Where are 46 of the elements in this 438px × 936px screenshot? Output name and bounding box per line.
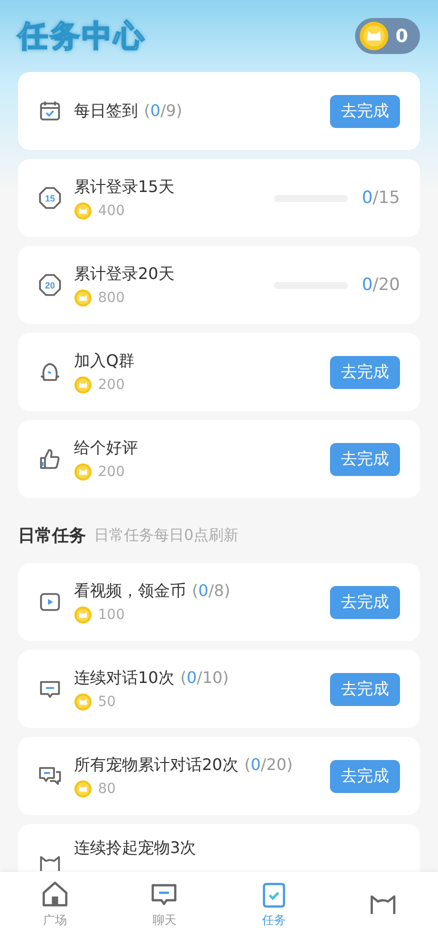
coin-icon (74, 376, 92, 394)
task-title: 加入Q群 (74, 350, 136, 372)
penguin-icon (38, 360, 62, 384)
nav-tab[interactable]: 任务 (219, 872, 328, 936)
calendar-icon (38, 99, 62, 123)
complete-button[interactable]: 去完成 (330, 586, 400, 618)
nav-tab[interactable]: 聊天 (110, 872, 219, 936)
nav-tab[interactable]: 广场 (0, 872, 110, 936)
reward-amount: 100 (98, 606, 125, 622)
task-title: 累计登录15天 (74, 176, 176, 198)
coin-icon (74, 692, 92, 710)
coin-icon (359, 21, 390, 51)
complete-button[interactable]: 去完成 (330, 672, 400, 706)
progress-count: 0/15 (362, 188, 400, 208)
complete-button[interactable]: 去完成 (330, 94, 400, 128)
section-note: 日常任务每日0点刷新 (94, 526, 239, 544)
task-title: 每日签到 (0/9) (74, 100, 184, 122)
task-title: 给个好评 (74, 438, 139, 458)
video-play-icon (38, 590, 62, 614)
reward-amount: 400 (98, 202, 125, 218)
chat-bubbles-icon (38, 764, 62, 788)
house-icon (40, 879, 70, 909)
reward-amount: 800 (98, 290, 125, 306)
reward-amount: 50 (98, 694, 116, 710)
task-title: 连续拎起宠物3次 (74, 838, 198, 859)
reward-amount: 80 (98, 780, 116, 796)
task-title: 所有宠物累计对话20次 (0/20) (74, 754, 294, 776)
page-title: 任务中心 (18, 18, 146, 56)
thumbs-up-icon (38, 447, 62, 471)
section-title: 日常任务 (18, 524, 86, 546)
octagon-badge-icon: 20 (38, 273, 62, 297)
complete-button[interactable]: 去完成 (330, 442, 400, 476)
octagon-badge-icon: 15 (38, 186, 62, 210)
coin-icon (74, 606, 92, 624)
complete-button[interactable]: 去完成 (330, 356, 400, 388)
task-title: 连续对话10次 (0/10) (74, 668, 230, 688)
progress-count: 0/20 (362, 275, 400, 295)
reward-amount: 200 (98, 464, 125, 480)
coin-icon (74, 202, 92, 220)
task-title: 累计登录20天 (74, 264, 176, 284)
coin-icon (74, 288, 92, 306)
coin-icon (74, 462, 92, 480)
complete-button[interactable]: 去完成 (330, 760, 400, 792)
coin-icon (74, 780, 92, 798)
reward-amount: 200 (98, 376, 125, 392)
task-title: 看视频，领金币 (0/8) (74, 580, 232, 602)
